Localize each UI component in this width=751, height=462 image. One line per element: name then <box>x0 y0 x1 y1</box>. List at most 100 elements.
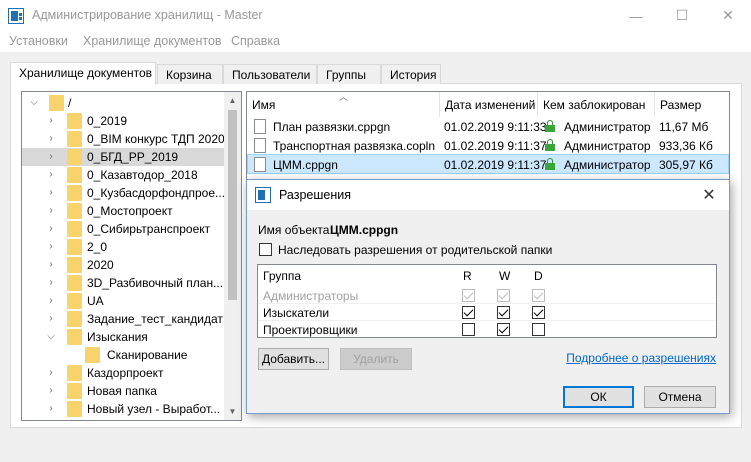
document-icon <box>254 138 266 153</box>
menu-document-storage[interactable]: Хранилище документов <box>83 34 222 48</box>
tab-users[interactable]: Пользователи <box>223 64 317 84</box>
file-row[interactable]: План развязки.cppgn 01.02.2019 9:11:33 А… <box>247 117 729 137</box>
tree-item[interactable]: › Каздорпроект <box>22 364 226 382</box>
chevron-right-icon[interactable]: › <box>46 223 56 235</box>
app-icon <box>255 187 271 203</box>
permissions-grid: Группа R W D Администраторы Изыскатели П… <box>257 264 717 338</box>
permissions-dialog: Разрешения ✕ Имя объекта: ЦММ.cppgn Насл… <box>246 179 730 414</box>
permission-w-checkbox[interactable] <box>497 306 510 319</box>
tree-item[interactable]: › 0_BIM конкурс ТДП 2020 <box>22 130 226 148</box>
permission-r-checkbox[interactable] <box>462 306 475 319</box>
chevron-right-icon[interactable]: › <box>46 205 56 217</box>
folder-icon <box>67 383 82 399</box>
chevron-right-icon[interactable]: › <box>46 295 56 307</box>
permission-d-checkbox[interactable] <box>532 323 545 336</box>
folder-tree[interactable]: ⌵ / › 0_2019 › 0_BIM конкурс ТДП 2020 › … <box>21 91 242 421</box>
folder-icon <box>67 203 82 219</box>
tree-item[interactable]: › 0_Мостопроект <box>22 202 226 220</box>
ok-button[interactable]: ОК <box>563 386 634 408</box>
folder-icon <box>67 365 82 381</box>
permission-r-checkbox[interactable] <box>462 323 475 336</box>
lock-icon <box>545 158 555 170</box>
column-header-locked-by[interactable]: Кем заблокирован <box>538 92 655 117</box>
column-header-name[interactable]: Имя ︿ <box>247 92 440 117</box>
group-name: Администраторы <box>263 289 359 303</box>
permission-d-checkbox[interactable] <box>532 306 545 319</box>
menu-help[interactable]: Справка <box>231 34 280 48</box>
folder-icon <box>67 257 82 273</box>
minimize-button[interactable]: — <box>613 0 659 31</box>
folder-icon <box>67 329 82 345</box>
close-button[interactable]: ✕ <box>705 0 751 31</box>
tree-item[interactable]: Сканирование <box>22 346 226 364</box>
chevron-right-icon[interactable]: › <box>46 169 56 181</box>
chevron-right-icon[interactable]: › <box>46 187 56 199</box>
object-name-label: Имя объекта: <box>258 223 333 237</box>
tree-item[interactable]: › 3D_Разбивочный план... <box>22 274 226 292</box>
chevron-right-icon[interactable]: › <box>46 367 56 379</box>
add-button[interactable]: Добавить... <box>258 348 329 370</box>
chevron-right-icon[interactable]: › <box>46 151 56 163</box>
tree-item[interactable]: › 0_2019 <box>22 112 226 130</box>
inherit-permissions-checkbox[interactable] <box>259 243 272 256</box>
folder-icon <box>67 221 82 237</box>
tree-item-selected[interactable]: › 0_БГД_РР_2019 <box>22 148 226 166</box>
group-name: Изыскатели <box>263 306 330 320</box>
tree-item[interactable]: › Новая папка <box>22 382 226 400</box>
folder-icon <box>67 293 82 309</box>
folder-icon <box>67 239 82 255</box>
lock-icon <box>545 120 555 132</box>
remove-button[interactable]: Удалить <box>340 348 412 370</box>
chevron-down-icon[interactable]: ⌵ <box>29 97 39 109</box>
chevron-right-icon[interactable]: › <box>46 133 56 145</box>
permission-w-checkbox <box>497 289 510 302</box>
folder-icon <box>49 95 64 111</box>
file-row-selected[interactable]: ЦММ.cppgn 01.02.2019 9:11:37 Администрат… <box>247 154 729 174</box>
scroll-down-arrow-icon[interactable]: ▼ <box>224 403 241 420</box>
menu-settings[interactable]: Установки <box>9 34 68 48</box>
folder-icon <box>67 275 82 291</box>
chevron-right-icon[interactable]: › <box>46 259 56 271</box>
tree-item[interactable]: › 0_Сибирьтранспроект <box>22 220 226 238</box>
tree-item-root[interactable]: ⌵ / <box>22 94 226 112</box>
file-list[interactable]: Имя ︿ Дата изменений Кем заблокирован Ра… <box>246 91 730 191</box>
document-icon <box>254 119 266 134</box>
tree-item[interactable]: › Задание_тест_кандидат <box>22 310 226 328</box>
chevron-right-icon[interactable]: › <box>46 313 56 325</box>
folder-icon <box>85 347 100 363</box>
tree-item[interactable]: › Новый узел - Выработ... <box>22 400 226 418</box>
maximize-button[interactable]: ☐ <box>659 0 705 31</box>
permissions-help-link[interactable]: Подробнее о разрешениях <box>566 351 716 365</box>
cancel-button[interactable]: Отмена <box>644 386 716 408</box>
column-header-size[interactable]: Размер <box>655 92 729 117</box>
folder-icon <box>67 311 82 327</box>
window-titlebar: Администрирование хранилищ - Master — ☐ … <box>0 0 751 31</box>
chevron-down-icon[interactable]: ⌵ <box>46 331 56 343</box>
tree-item-expanded[interactable]: ⌵ Изыскания <box>22 328 226 346</box>
dialog-close-icon[interactable]: ✕ <box>689 180 729 210</box>
scroll-up-arrow-icon[interactable]: ▲ <box>224 92 241 109</box>
document-icon <box>254 157 266 172</box>
chevron-right-icon[interactable]: › <box>46 115 56 127</box>
tree-item[interactable]: › 2020 <box>22 256 226 274</box>
tab-trash[interactable]: Корзина <box>157 64 223 84</box>
scrollbar-thumb[interactable] <box>228 110 237 300</box>
chevron-right-icon[interactable]: › <box>46 277 56 289</box>
tab-document-storage[interactable]: Хранилище документов <box>10 62 156 85</box>
chevron-right-icon[interactable]: › <box>46 241 56 253</box>
column-header-date[interactable]: Дата изменений <box>440 92 538 117</box>
tree-scrollbar[interactable]: ▲ ▼ <box>224 92 241 420</box>
tab-history[interactable]: История <box>381 64 441 84</box>
chevron-right-icon[interactable]: › <box>46 403 56 415</box>
grid-header-w: W <box>499 269 511 283</box>
tab-groups[interactable]: Группы <box>317 64 381 84</box>
grid-header-group: Группа <box>263 269 302 283</box>
tree-item[interactable]: › 2_0 <box>22 238 226 256</box>
folder-icon <box>67 401 82 417</box>
file-row[interactable]: Транспортная развязка.copln 01.02.2019 9… <box>247 136 729 156</box>
tree-item[interactable]: › 0_Казавтодор_2018 <box>22 166 226 184</box>
tree-item[interactable]: › UA <box>22 292 226 310</box>
chevron-right-icon[interactable]: › <box>46 385 56 397</box>
tree-item[interactable]: › 0_Кузбасдорфондпрое... <box>22 184 226 202</box>
permission-w-checkbox[interactable] <box>497 323 510 336</box>
